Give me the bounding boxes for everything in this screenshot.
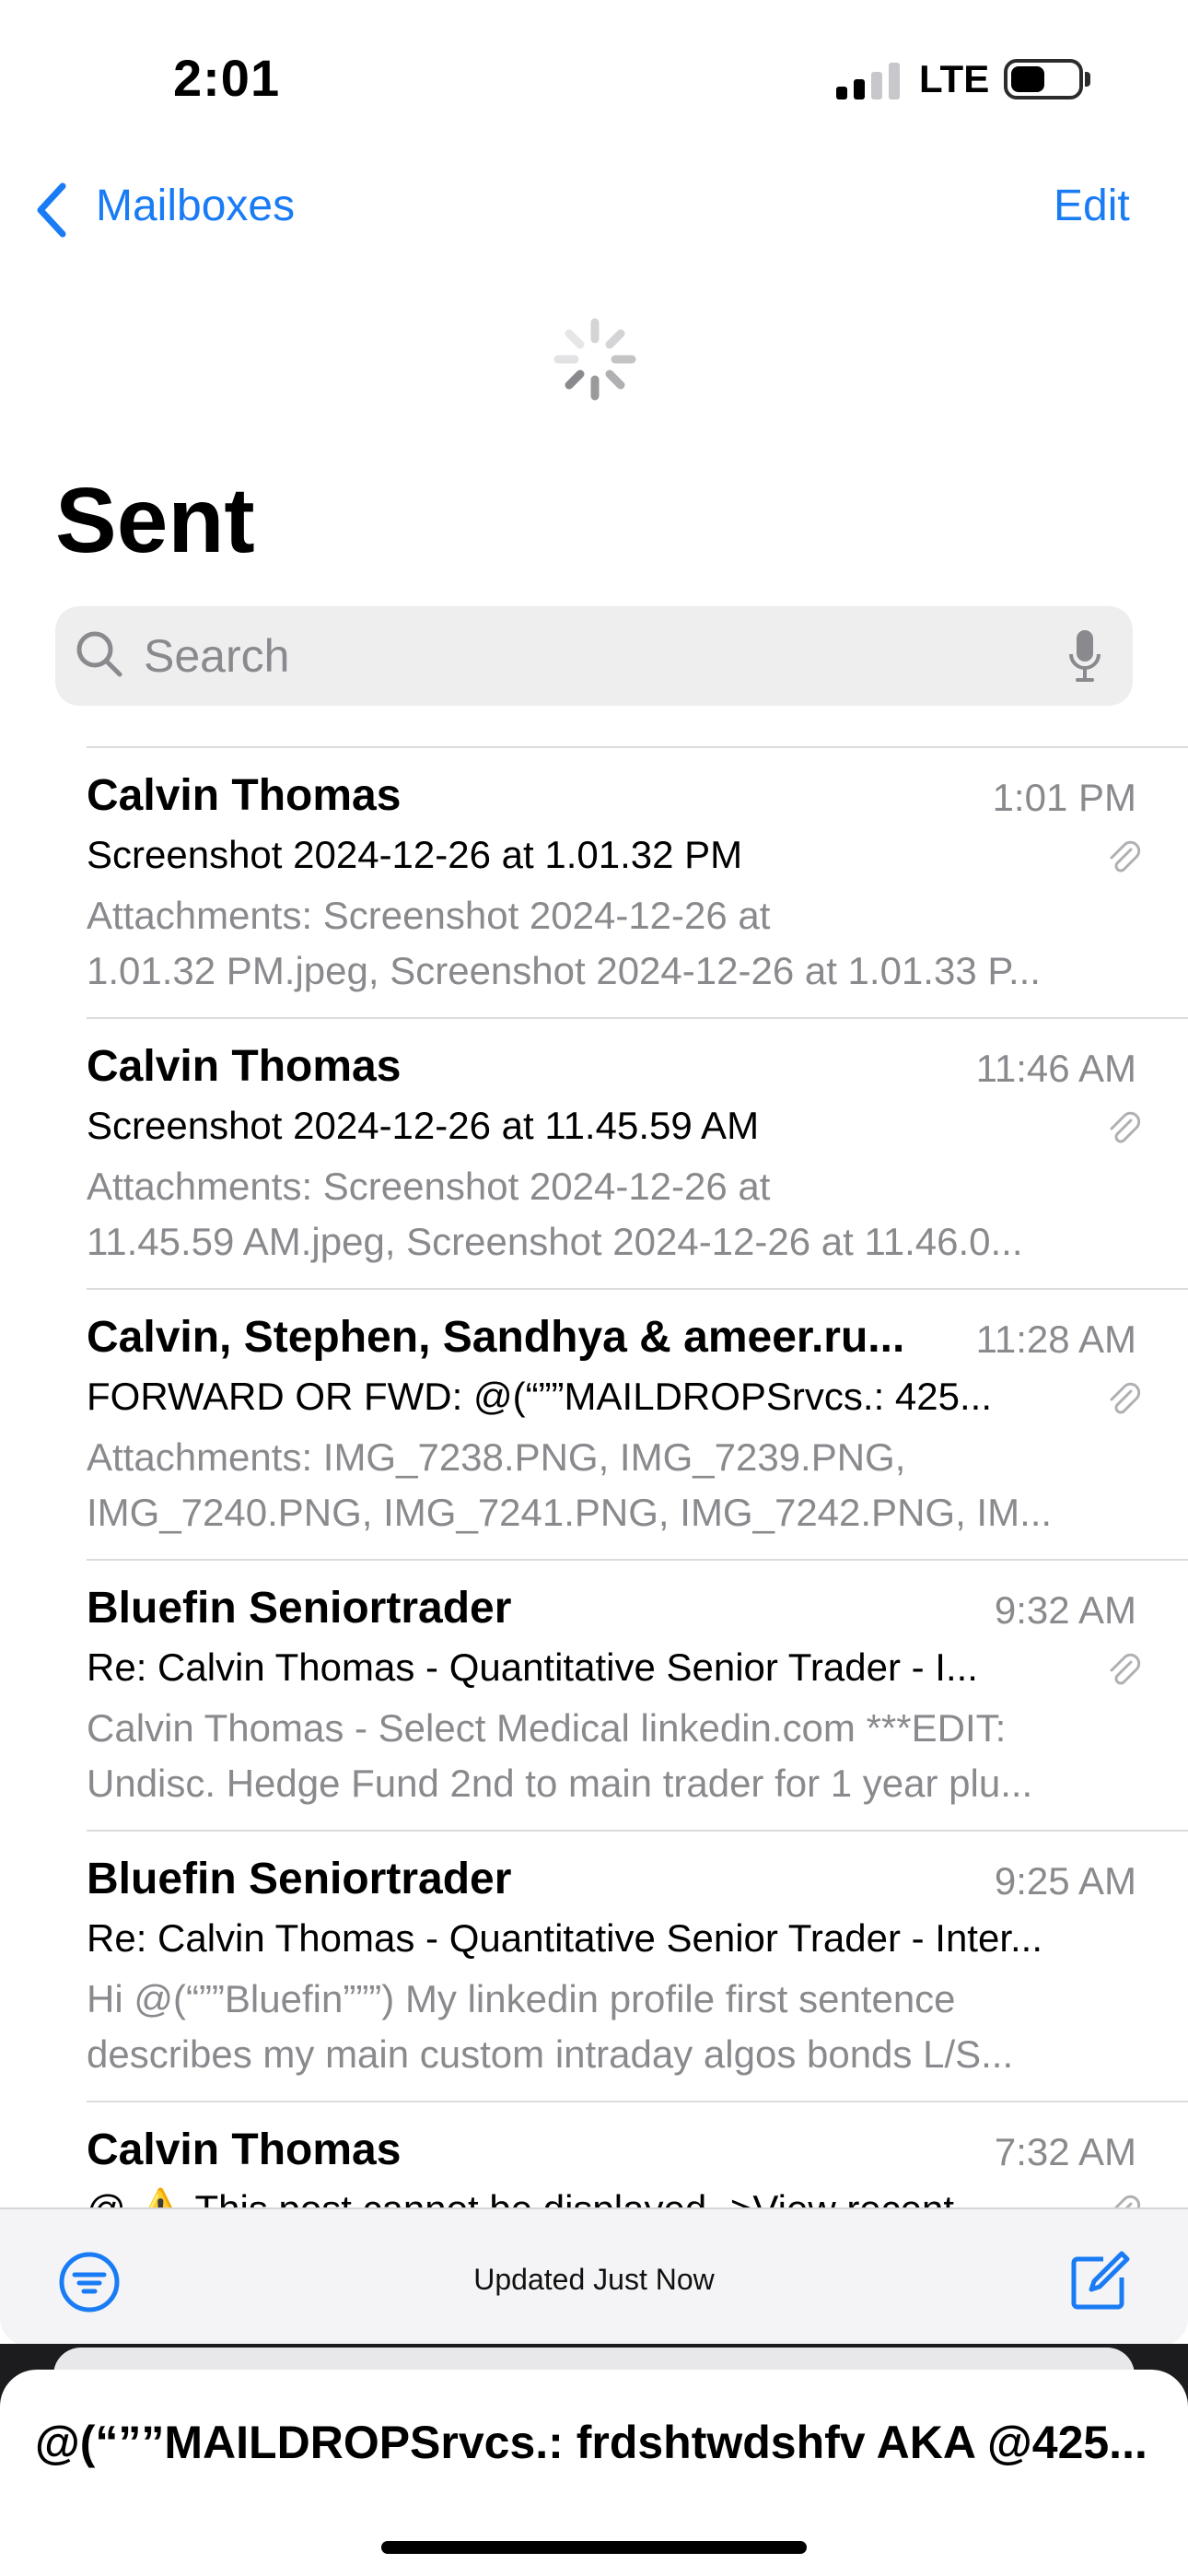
message-sender: Calvin Thomas — [87, 771, 402, 820]
magnifier-icon — [76, 631, 122, 677]
message-subject: Re: Calvin Thomas - Quantitative Senior … — [87, 1645, 978, 1689]
preview-line: 11.45.59 AM.jpeg, Screenshot 2024-12-26 … — [87, 1220, 1023, 1263]
message-time: 11:46 AM — [975, 1047, 1136, 1090]
message-sender: Calvin Thomas — [87, 1042, 402, 1091]
search-input[interactable] — [144, 626, 973, 685]
message-sender: Calvin Thomas — [87, 2125, 402, 2174]
battery-tip — [1085, 72, 1090, 87]
compose-icon[interactable] — [1066, 2248, 1133, 2314]
message-row[interactable]: Calvin Thomas 11:46 AM Screenshot 2024-1… — [87, 1017, 1188, 1288]
preview-line: 1.01.32 PM.jpeg, Screenshot 2024-12-26 a… — [87, 949, 1041, 992]
message-row[interactable]: Calvin Thomas 7:32 AM @ ⚠️ This post can… — [87, 2101, 1188, 2207]
preview-line: Calvin Thomas - Select Medical linkedin.… — [87, 1706, 1007, 1750]
message-time: 1:01 PM — [992, 776, 1136, 819]
message-sender: Bluefin Seniortrader — [87, 1584, 512, 1633]
search-bar[interactable] — [55, 606, 1133, 706]
paperclip-icon — [1110, 1653, 1141, 1685]
message-subject: Re: Calvin Thomas - Quantitative Senior … — [87, 1916, 1043, 1960]
microphone-icon[interactable] — [1068, 628, 1101, 684]
paperclip-icon — [1110, 1382, 1141, 1414]
paperclip-icon — [1113, 2195, 1141, 2207]
message-preview: Attachments: IMG_7238.PNG, IMG_7239.PNG,… — [87, 1430, 1127, 1540]
message-preview: Attachments: Screenshot 2024-12-26 at 11… — [87, 1159, 1127, 1270]
preview-line: IMG_7240.PNG, IMG_7241.PNG, IMG_7242.PNG… — [87, 1491, 1053, 1534]
message-time: 9:32 AM — [994, 1588, 1136, 1632]
message-time: 11:28 AM — [975, 1317, 1136, 1361]
message-row[interactable]: Bluefin Seniortrader 9:25 AM Re: Calvin … — [87, 1830, 1188, 2101]
home-indicator[interactable] — [381, 2541, 807, 2554]
message-preview: Attachments: Screenshot 2024-12-26 at 1.… — [87, 888, 1127, 999]
chevron-left-icon[interactable] — [31, 181, 76, 240]
message-row[interactable]: Calvin Thomas 1:01 PM Screenshot 2024-12… — [87, 746, 1188, 1017]
battery-icon — [1004, 59, 1083, 100]
message-subject: Screenshot 2024-12-26 at 1.01.32 PM — [87, 833, 743, 876]
message-row[interactable]: Calvin, Stephen, Sandhya & ameer.ru... 1… — [87, 1288, 1188, 1559]
message-subject: Screenshot 2024-12-26 at 11.45.59 AM — [87, 1104, 760, 1147]
draft-subject[interactable]: @(“””MAILDROPSrvcs.: frdshtwdshfv AKA @4… — [35, 2416, 1159, 2469]
cellular-signal-icon — [836, 61, 901, 100]
loading-spinner-icon — [553, 318, 636, 401]
paperclip-icon — [1110, 1111, 1141, 1143]
message-subject: FORWARD OR FWD: @(“””MAILDROPSrvcs.: 425… — [87, 1375, 993, 1418]
message-preview: Calvin Thomas - Select Medical linkedin.… — [87, 1701, 1127, 1811]
message-sender: Calvin, Stephen, Sandhya & ameer.ru... — [87, 1313, 905, 1362]
paperclip-icon — [1110, 840, 1141, 872]
mailbox-update-status: Updated Just Now — [473, 2263, 715, 2296]
preview-line: describes my main custom intraday algos … — [87, 2032, 1014, 2076]
network-type: LTE — [919, 57, 990, 100]
message-time: 9:25 AM — [994, 1859, 1136, 1903]
edit-button[interactable]: Edit — [1054, 181, 1130, 231]
status-time: 2:01 — [173, 49, 281, 107]
preview-line: Attachments: Screenshot 2024-12-26 at — [87, 894, 771, 937]
preview-line: Attachments: Screenshot 2024-12-26 at — [87, 1165, 771, 1208]
message-row[interactable]: Bluefin Seniortrader 9:32 AM Re: Calvin … — [87, 1559, 1188, 1830]
preview-line: Attachments: IMG_7238.PNG, IMG_7239.PNG, — [87, 1435, 906, 1479]
message-time: 7:32 AM — [994, 2130, 1136, 2173]
message-list[interactable]: Calvin Thomas 1:01 PM Screenshot 2024-12… — [0, 746, 1188, 2207]
message-preview: Hi @(“””Bluefin”””) My linkedin profile … — [87, 1972, 1127, 2082]
message-subject: @ ⚠️ This post cannot be displayed ->Vie… — [87, 2187, 1063, 2207]
preview-line: Undisc. Hedge Fund 2nd to main trader fo… — [87, 1762, 1033, 1805]
back-to-mailboxes-button[interactable]: Mailboxes — [96, 181, 295, 231]
page-title: Sent — [55, 469, 255, 572]
message-sender: Bluefin Seniortrader — [87, 1855, 512, 1903]
preview-line: Hi @(“””Bluefin”””) My linkedin profile … — [87, 1977, 956, 2020]
